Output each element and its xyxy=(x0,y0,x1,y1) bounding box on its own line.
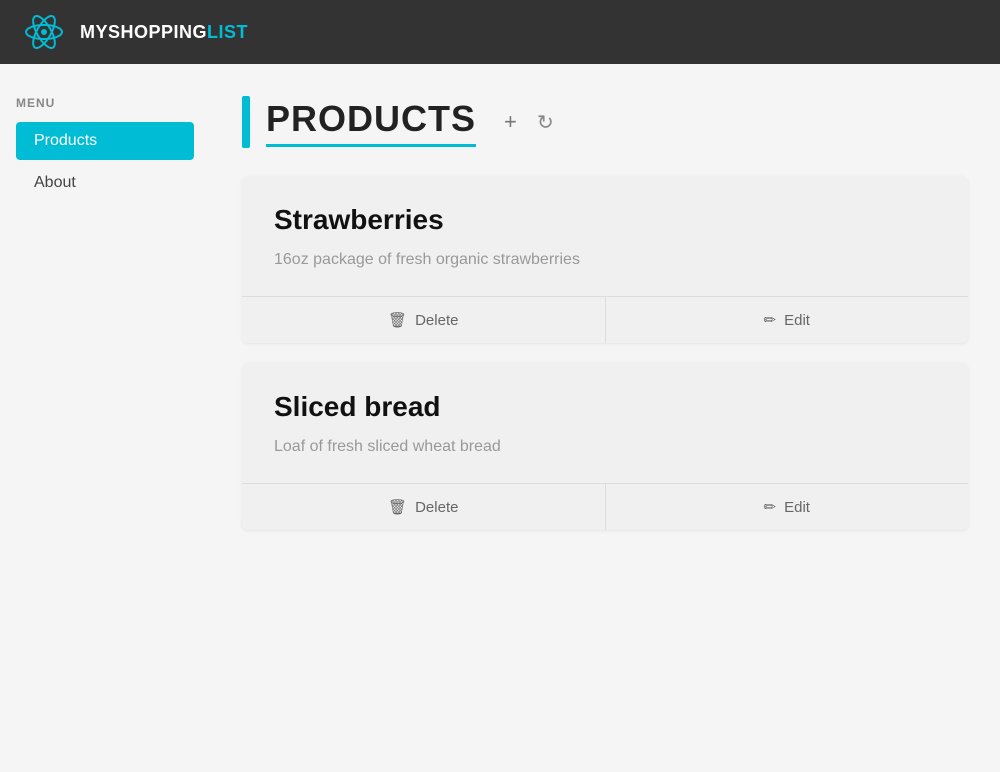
trash-icon-1: 🗑 xyxy=(388,498,407,516)
refresh-icon: ↺ xyxy=(537,110,554,135)
product-name-1: Sliced bread xyxy=(274,391,936,423)
product-name-0: Strawberries xyxy=(274,204,936,236)
title-list: LIST xyxy=(207,22,248,42)
product-description-0: 16oz package of fresh organic strawberri… xyxy=(274,248,936,272)
delete-button-1[interactable]: 🗑 Delete xyxy=(242,484,605,530)
product-card-actions-1: 🗑 Delete ✏ Edit xyxy=(242,483,968,530)
delete-label-1: Delete xyxy=(415,499,458,516)
edit-button-1[interactable]: ✏ Edit xyxy=(605,484,969,530)
edit-button-0[interactable]: ✏ Edit xyxy=(605,297,969,343)
page-title: PRODUCTS xyxy=(266,98,476,140)
sidebar-item-products[interactable]: Products xyxy=(16,122,194,160)
edit-icon-1: ✏ xyxy=(764,498,777,516)
page-title-wrapper: PRODUCTS xyxy=(266,98,476,147)
edit-label-0: Edit xyxy=(784,312,810,329)
product-card-body-0: Strawberries 16oz package of fresh organ… xyxy=(242,176,968,296)
trash-icon-0: 🗑 xyxy=(388,311,407,329)
delete-label-0: Delete xyxy=(415,312,458,329)
product-card-1: Sliced bread Loaf of fresh sliced wheat … xyxy=(242,363,968,530)
add-icon: + xyxy=(504,109,517,135)
sidebar-item-about[interactable]: About xyxy=(16,164,194,202)
sidebar: MENU Products About xyxy=(0,96,210,550)
product-description-1: Loaf of fresh sliced wheat bread xyxy=(274,435,936,459)
title-my: MY xyxy=(80,22,108,42)
app-title: MYSHOPPINGLIST xyxy=(80,22,248,43)
title-shopping: SHOPPING xyxy=(108,22,207,42)
page-title-underline xyxy=(266,144,476,147)
sidebar-menu-label: MENU xyxy=(16,96,194,110)
product-card-actions-0: 🗑 Delete ✏ Edit xyxy=(242,296,968,343)
main-layout: MENU Products About PRODUCTS + ↺ xyxy=(0,64,1000,550)
main-content: PRODUCTS + ↺ Strawberries 16oz package o… xyxy=(210,96,1000,550)
page-header-accent xyxy=(242,96,250,148)
refresh-button[interactable]: ↺ xyxy=(533,106,558,139)
top-nav: MYSHOPPINGLIST xyxy=(0,0,1000,64)
react-logo-icon xyxy=(24,12,64,52)
product-card-body-1: Sliced bread Loaf of fresh sliced wheat … xyxy=(242,363,968,483)
product-card-0: Strawberries 16oz package of fresh organ… xyxy=(242,176,968,343)
add-product-button[interactable]: + xyxy=(500,105,521,139)
edit-label-1: Edit xyxy=(784,499,810,516)
edit-icon-0: ✏ xyxy=(764,311,777,329)
header-actions: + ↺ xyxy=(500,105,558,139)
delete-button-0[interactable]: 🗑 Delete xyxy=(242,297,605,343)
page-header: PRODUCTS + ↺ xyxy=(242,96,968,148)
